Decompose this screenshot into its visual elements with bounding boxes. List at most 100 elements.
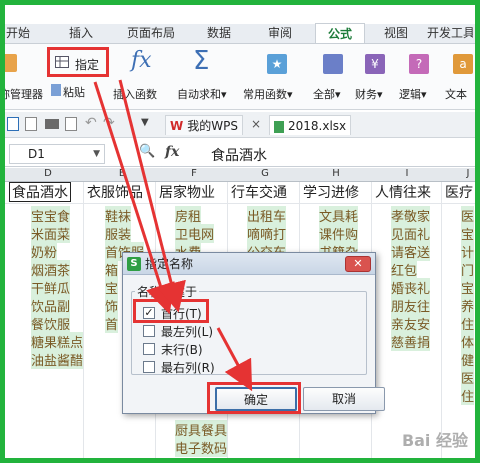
col-header-h[interactable]: H	[329, 168, 343, 179]
cell-d[interactable]: 糖果糕点	[31, 332, 84, 351]
cell-j[interactable]: 住	[461, 386, 475, 405]
dialog-titlebar[interactable]: S 指定名称	[123, 253, 375, 275]
search-icon[interactable]: 🔍	[139, 144, 155, 159]
tab-review[interactable]: 审阅	[251, 23, 309, 43]
checkbox-bottom-row[interactable]	[143, 343, 155, 355]
redo-icon[interactable]: ↷	[103, 115, 115, 131]
cell-d[interactable]: 油盐酱醋	[31, 350, 84, 369]
autosum-button[interactable]: 自动求和▾	[177, 86, 227, 102]
cell-d[interactable]: 干鲜瓜	[31, 278, 71, 297]
cell-h[interactable]: 文具耗	[319, 206, 359, 225]
close-tab-icon[interactable]: ×	[251, 117, 261, 131]
cell-j[interactable]: 医	[461, 206, 475, 225]
financial-button[interactable]: 财务▾	[355, 86, 383, 102]
cell-j[interactable]: 宝	[461, 224, 475, 243]
col-header-d[interactable]: D	[41, 168, 55, 179]
logical-button[interactable]: 逻辑▾	[399, 86, 427, 102]
insert-function-button[interactable]: 插入函数	[113, 86, 157, 102]
text-functions-button[interactable]: 文本	[445, 86, 467, 102]
tab-page-layout[interactable]: 页面布局	[115, 23, 187, 43]
cell-e[interactable]: 鞋袜	[105, 206, 132, 225]
tab-view[interactable]: 视图	[371, 23, 421, 43]
cell-d[interactable]: 饮品副	[31, 296, 71, 315]
col-header-i[interactable]: I	[400, 168, 414, 179]
tab-formulas[interactable]: 公式	[315, 23, 365, 43]
cell-j[interactable]: 体	[461, 332, 475, 351]
cell-h[interactable]: 课件购	[319, 224, 359, 243]
cell-d[interactable]: 米面菜	[31, 224, 71, 243]
print-icon[interactable]	[45, 119, 59, 129]
cell-g[interactable]: 嘀嘀打	[247, 224, 287, 243]
col-header-e[interactable]: E	[115, 168, 129, 179]
cell-f[interactable]: 电子数码	[175, 438, 228, 457]
col-header-g[interactable]: G	[258, 168, 272, 179]
option-left-col[interactable]: 最左列(L)	[143, 323, 213, 339]
header-cell-d1[interactable]: 食品酒水	[9, 182, 71, 202]
option-right-col[interactable]: 最右列(R)	[143, 359, 215, 375]
cell-i[interactable]: 红包	[391, 260, 418, 279]
cell-d[interactable]: 餐饮服	[31, 314, 71, 333]
cell-e[interactable]: 箱	[105, 260, 119, 279]
header-cell-e1[interactable]: 衣服饰品	[87, 183, 143, 203]
tab-document[interactable]: 2018.xlsx	[269, 115, 352, 135]
cell-i[interactable]: 亲友安	[391, 314, 431, 333]
cell-e[interactable]: 首	[105, 314, 119, 333]
cell-j[interactable]: 住	[461, 314, 475, 333]
tab-insert[interactable]: 插入	[53, 23, 109, 43]
all-functions-button[interactable]: 全部▾	[313, 86, 341, 102]
name-manager-icon[interactable]	[3, 54, 17, 72]
cell-i[interactable]: 婚丧礼	[391, 278, 431, 297]
dropdown-icon[interactable]: ▼	[141, 117, 149, 128]
header-cell-h1[interactable]: 学习进修	[303, 183, 359, 203]
cell-e[interactable]: 宝	[105, 278, 119, 297]
formula-content[interactable]: 食品酒水	[211, 145, 267, 165]
cell-i[interactable]: 慈善捐	[391, 332, 431, 351]
new-doc-icon[interactable]	[25, 117, 37, 131]
name-manager-button[interactable]: 称管理器	[0, 86, 43, 102]
cell-j[interactable]: 养	[461, 296, 475, 315]
cell-f[interactable]: 房租	[175, 206, 202, 225]
checkbox-left-col[interactable]	[143, 325, 155, 337]
fx-label[interactable]: fx	[165, 144, 179, 160]
col-header-f[interactable]: F	[187, 168, 201, 179]
cell-d[interactable]: 奶粉	[31, 242, 58, 261]
option-bottom-row[interactable]: 末行(B)	[143, 341, 203, 357]
cell-g[interactable]: 出租车	[247, 206, 287, 225]
cell-j[interactable]: 宝	[461, 278, 475, 297]
header-cell-f1[interactable]: 居家物业	[159, 183, 215, 203]
header-cell-g1[interactable]: 行车交通	[231, 183, 287, 203]
close-button[interactable]: ✕	[345, 256, 371, 272]
header-cell-j1[interactable]: 医疗	[445, 183, 473, 203]
common-functions-button[interactable]: 常用函数▾	[243, 86, 293, 102]
cell-f[interactable]: 厨具餐具	[175, 420, 228, 439]
cell-i[interactable]: 请客送	[391, 242, 431, 261]
cell-e[interactable]: 饰	[105, 296, 119, 315]
cell-j[interactable]: 医	[461, 368, 475, 387]
cell-j[interactable]: 门	[461, 260, 475, 279]
col-header-j[interactable]: J	[461, 168, 475, 179]
paste-icon	[51, 84, 61, 96]
tab-my-wps[interactable]: W 我的WPS	[165, 115, 243, 135]
cell-i[interactable]: 见面礼	[391, 224, 431, 243]
preview-icon[interactable]	[65, 117, 77, 131]
tab-data[interactable]: 数据	[193, 23, 245, 43]
cell-f[interactable]: 卫电网	[175, 224, 215, 243]
name-box-dropdown-icon[interactable]: ▼	[93, 145, 100, 163]
paste-button[interactable]: 粘贴	[63, 84, 85, 100]
cell-d[interactable]: 宝宝食	[31, 206, 71, 225]
cell-e[interactable]: 服装	[105, 224, 132, 243]
cancel-button[interactable]: 取消	[303, 387, 385, 411]
cell-d[interactable]: 烟酒茶	[31, 260, 71, 279]
tab-home[interactable]: 开始	[5, 23, 31, 43]
save-icon[interactable]	[7, 117, 19, 131]
tab-developer[interactable]: 开发工具	[427, 23, 473, 43]
cell-i[interactable]: 朋友往	[391, 296, 431, 315]
name-box[interactable]: D1 ▼	[9, 144, 105, 164]
cell-j[interactable]: 健	[461, 350, 475, 369]
undo-icon[interactable]: ↶	[85, 115, 97, 131]
cell-i[interactable]: 孝敬家	[391, 206, 431, 225]
cell-j[interactable]: 计	[461, 242, 475, 261]
checkbox-right-col[interactable]	[143, 361, 155, 373]
header-cell-i1[interactable]: 人情往来	[375, 183, 431, 203]
dialog-title: 指定名称	[145, 257, 194, 271]
